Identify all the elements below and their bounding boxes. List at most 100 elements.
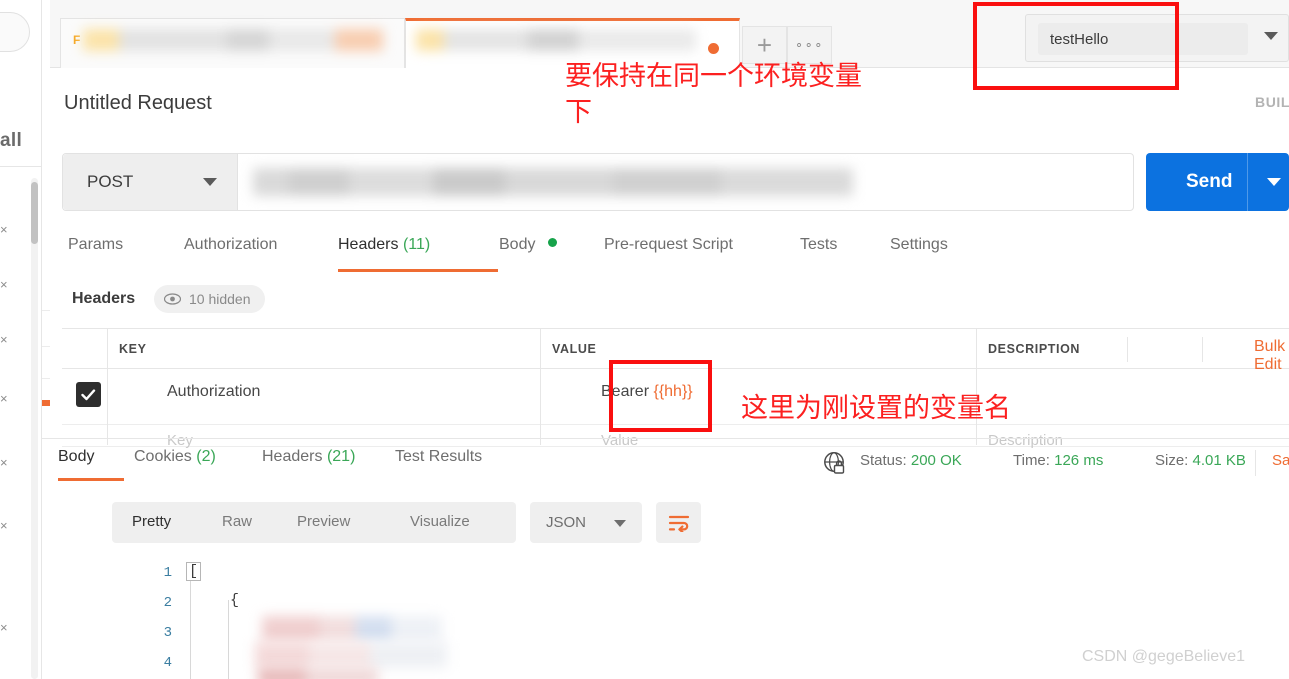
annotation-text-variable: 这里为刚设置的变量名 (741, 393, 1011, 423)
rail-item-mark[interactable]: × (0, 620, 8, 635)
postman-app-window: all × × × × × × × F + ∘∘∘ testHello BUIL… (0, 0, 1289, 679)
toolbar-divider (1202, 337, 1203, 362)
size-label: Size: (1155, 452, 1189, 469)
response-viewer-toolbar: Pretty Raw Preview Visualize (112, 502, 516, 543)
response-status: Status: 200 OK (860, 452, 962, 469)
tab-headers-count: (11) (402, 236, 431, 253)
row-checkbox-checked[interactable] (76, 382, 101, 407)
response-tab-test-results[interactable]: Test Results (395, 448, 482, 466)
sidebar-scrollbar-track[interactable] (31, 178, 38, 679)
url-input-redacted[interactable] (253, 168, 853, 196)
header-row-key-placeholder[interactable]: Key (167, 432, 193, 449)
response-tab-headers[interactable]: Headers (21) (262, 448, 355, 466)
rail-item-mark[interactable]: × (0, 518, 8, 533)
wrap-lines-button[interactable] (656, 502, 701, 543)
tab-settings-label: Settings (890, 236, 948, 253)
http-method-selector[interactable]: POST (63, 154, 238, 210)
status-label: Status: (860, 452, 907, 469)
cell-divider (107, 369, 108, 425)
tab-headers-active-underline (338, 269, 498, 272)
rail-separator (42, 378, 50, 379)
response-tab-body[interactable]: Body (58, 448, 94, 466)
tab-params[interactable]: Params (68, 236, 123, 254)
chevron-down-icon[interactable] (1264, 32, 1278, 40)
column-header-key: KEY (119, 342, 147, 356)
rail-round-button[interactable] (0, 12, 30, 52)
chevron-down-icon[interactable] (614, 520, 626, 527)
code-line-1[interactable]: [ (186, 562, 202, 581)
tab-authorization-label: Authorization (184, 236, 278, 253)
response-tab-body-label: Body (58, 448, 95, 465)
viewer-tab-preview[interactable]: Preview (297, 513, 350, 530)
response-tab-cookies-label: Cookies (134, 448, 192, 465)
viewer-tab-raw[interactable]: Raw (222, 513, 252, 530)
tab-tests-label: Tests (800, 236, 838, 253)
hidden-headers-count: 10 hidden (189, 291, 251, 307)
send-options-chevron-down-icon[interactable] (1267, 178, 1281, 186)
chevron-down-icon[interactable] (203, 178, 217, 186)
request-section-tabs: Params Authorization Headers (11) Body P… (50, 236, 1289, 274)
response-separator (42, 438, 1289, 439)
cell-divider (107, 425, 108, 445)
code-line-3-redacted (262, 616, 442, 642)
tab-body[interactable]: Body (499, 236, 557, 254)
wrap-lines-icon (668, 515, 689, 532)
header-row-value-placeholder[interactable]: Value (601, 432, 638, 449)
sidebar-scrollbar-thumb[interactable] (31, 182, 38, 244)
tab-authorization[interactable]: Authorization (184, 236, 277, 254)
request-tab-1-title-redacted (83, 29, 383, 51)
code-gutter: 1 2 3 4 5 (132, 556, 172, 679)
time-value: 126 ms (1054, 452, 1104, 469)
viewer-tab-visualize[interactable]: Visualize (410, 513, 470, 530)
send-button-label: Send (1186, 171, 1233, 192)
column-header-description: DESCRIPTION (988, 342, 1081, 356)
response-format-selector[interactable]: JSON (530, 502, 642, 543)
csdn-watermark: CSDN @gegeBelieve1 (1082, 648, 1245, 665)
response-tab-headers-count: (21) (326, 448, 356, 465)
code-line-2[interactable]: { (230, 592, 239, 609)
rail-separator (42, 346, 50, 347)
check-icon (81, 388, 96, 400)
rail-item-mark[interactable]: × (0, 332, 8, 347)
response-tab-cookies-count: (2) (196, 448, 216, 465)
line-number: 2 (163, 595, 172, 611)
rail-item-mark[interactable]: × (0, 277, 8, 292)
hidden-headers-pill[interactable]: 10 hidden (154, 285, 265, 313)
tab-settings[interactable]: Settings (890, 236, 948, 254)
header-row-description-placeholder[interactable]: Description (988, 432, 1063, 449)
http-method-value: POST (87, 172, 134, 191)
code-line-4-redacted (255, 642, 447, 668)
time-label: Time: (1013, 452, 1050, 469)
viewer-tab-pretty[interactable]: Pretty (132, 513, 171, 530)
rail-item-mark[interactable]: × (0, 391, 8, 406)
response-time: Time: 126 ms (1013, 452, 1103, 469)
tab-pre-request-script[interactable]: Pre-request Script (604, 236, 733, 254)
build-label: BUIL (1255, 94, 1289, 110)
tab-headers[interactable]: Headers (11) (338, 236, 430, 254)
rail-all-label: all (0, 130, 23, 151)
headers-section-label: Headers (72, 290, 136, 307)
cell-divider (540, 369, 541, 425)
tab-body-label: Body (499, 236, 536, 253)
rail-item-mark[interactable]: × (0, 222, 8, 237)
rail-active-indicator (42, 400, 50, 406)
header-row-key-value[interactable]: Authorization (167, 383, 260, 401)
cell-divider (540, 425, 541, 445)
request-tab-1[interactable]: F (60, 18, 405, 68)
annotation-box-variable (609, 360, 712, 432)
column-divider (976, 329, 977, 370)
left-rail: all × × × × × × × (0, 0, 50, 679)
response-format-value: JSON (546, 514, 587, 531)
annotation-text-environment: 要保持在同一个环境变量 下 (565, 61, 862, 128)
line-number: 1 (163, 565, 172, 581)
fold-guide (228, 600, 229, 679)
body-present-dot-icon (547, 238, 557, 247)
response-tab-cookies[interactable]: Cookies (2) (134, 448, 216, 466)
tab-tests[interactable]: Tests (800, 236, 837, 254)
tab-pre-request-script-label: Pre-request Script (604, 236, 733, 253)
rail-item-mark[interactable]: × (0, 455, 8, 470)
save-response-button[interactable]: Sa (1272, 452, 1289, 469)
status-value: 200 OK (910, 452, 962, 469)
globe-lock-icon (824, 452, 845, 474)
status-divider (1255, 450, 1256, 476)
